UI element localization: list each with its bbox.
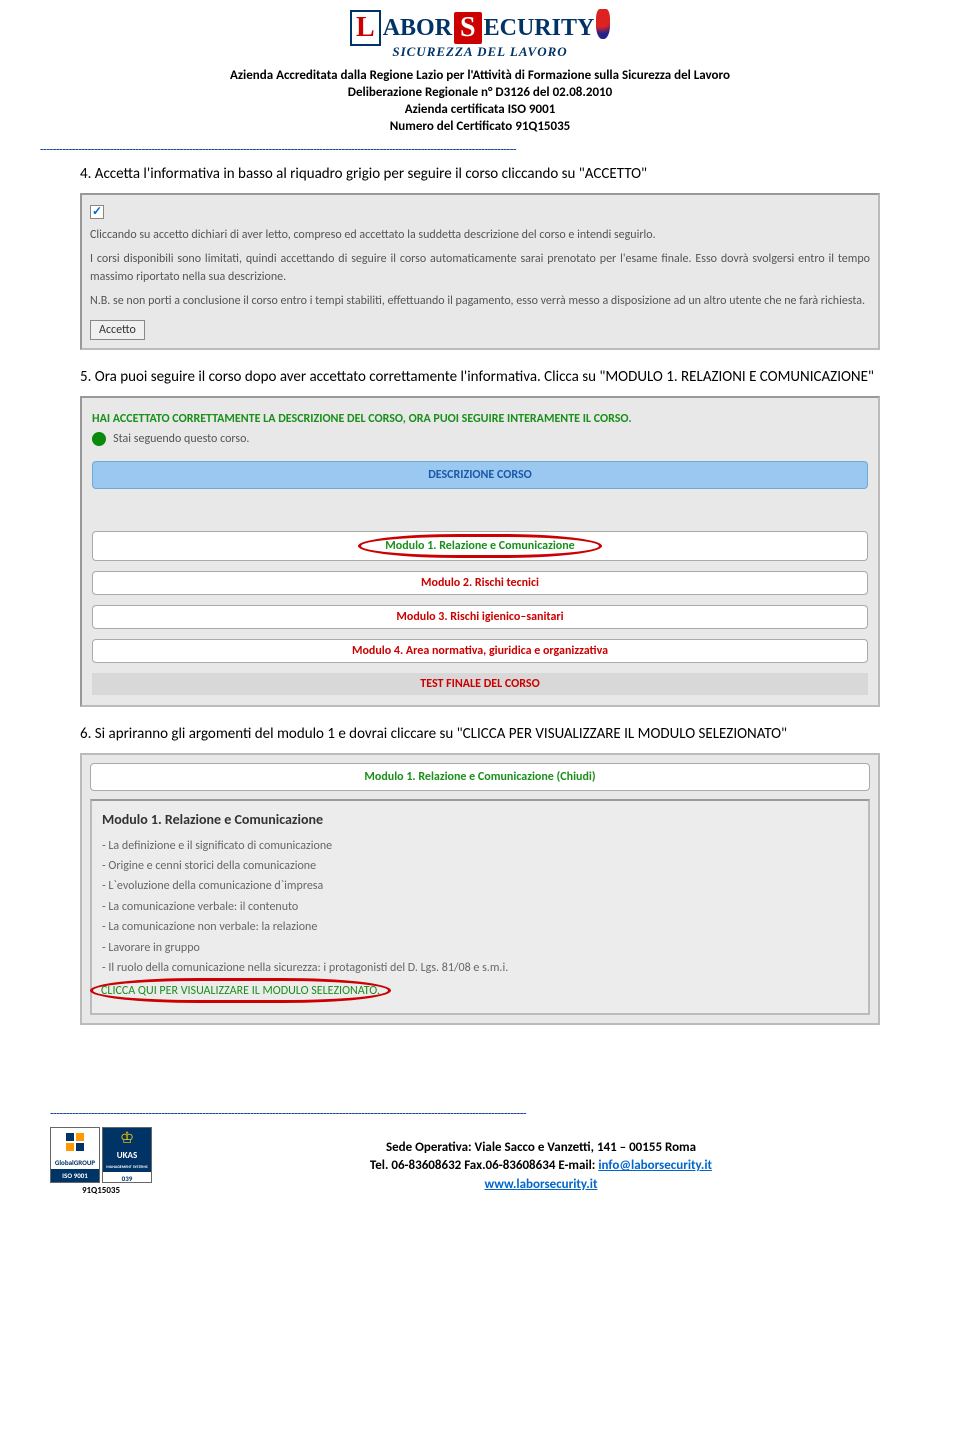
footer-email-link[interactable]: info@laborsecurity.it — [598, 1158, 712, 1173]
globe-icon — [51, 1128, 99, 1156]
logo-text2: ECURITY — [484, 15, 595, 42]
click-to-view-link[interactable]: CLICCA QUI PER VISUALIZZARE IL MODULO SE… — [101, 984, 380, 998]
step-4-text: 4. Accetta l'informativa in basso al riq… — [80, 165, 880, 183]
test-finale-bar[interactable]: TEST FINALE DEL CORSO — [92, 673, 868, 695]
logo-subtitle: SICUREZZA DEL LAVORO — [350, 44, 610, 60]
highlight-underline: CLICCA QUI PER VISUALIZZARE IL MODULO SE… — [90, 978, 391, 1003]
footer-web-link[interactable]: www.laborsecurity.it — [485, 1177, 598, 1192]
header-line4: Numero del Certificato 91Q15035 — [80, 119, 880, 136]
logo: LABORSECURITY SICUREZZA DEL LAVORO — [350, 10, 610, 60]
logo-s: S — [454, 12, 482, 44]
ukas-logo: ♔ UKASMANAGEMENT SYSTEMS 039 — [102, 1127, 152, 1183]
module-detail-header[interactable]: Modulo 1. Relazione e Comunicazione (Chi… — [90, 763, 870, 791]
globalgroup-logo: GlobalGROUP ISO 9001 — [50, 1127, 100, 1183]
page-footer: GlobalGROUP ISO 9001 ♔ UKASMANAGEMENT SY… — [0, 1123, 960, 1216]
module-item-1: - Origine e cenni storici della comunica… — [102, 856, 858, 876]
accetto-button[interactable]: Accetto — [90, 320, 145, 340]
divider-bottom: ----------------------------------------… — [0, 1105, 960, 1123]
certificate-number: 91Q15035 — [82, 1185, 120, 1196]
ukas-label: UKASMANAGEMENT SYSTEMS — [103, 1148, 151, 1172]
mascot-icon — [596, 9, 610, 39]
global-label: GlobalGROUP — [51, 1156, 99, 1169]
module-item-5: - Lavorare in gruppo — [102, 938, 858, 958]
accept-screenshot: Cliccando su accetto dichiari di aver le… — [80, 193, 880, 350]
module-item-3: - La comunicazione verbale: il contenuto — [102, 897, 858, 917]
accept-p1: Cliccando su accetto dichiari di aver le… — [90, 226, 870, 244]
module-item-4: - La comunicazione non verbale: la relaz… — [102, 917, 858, 937]
modulo-3-bar[interactable]: Modulo 3. Rischi igienico–sanitari — [92, 605, 868, 629]
module-item-0: - La definizione e il significato di com… — [102, 836, 858, 856]
module-detail-box: Modulo 1. Relazione e Comunicazione - La… — [90, 799, 870, 1016]
status-dot-icon — [92, 432, 106, 446]
step-6-text: 6. Si apriranno gli argomenti del modulo… — [80, 725, 880, 743]
logo-l: L — [350, 10, 381, 46]
accept-p2: I corsi disponibili sono limitati, quind… — [90, 250, 870, 286]
module-detail-screenshot: Modulo 1. Relazione e Comunicazione (Chi… — [80, 753, 880, 1026]
descrizione-corso-bar[interactable]: DESCRIZIONE CORSO — [92, 461, 868, 489]
certification-logos: GlobalGROUP ISO 9001 ♔ UKASMANAGEMENT SY… — [50, 1127, 152, 1196]
modulo-2-bar[interactable]: Modulo 2. Rischi tecnici — [92, 571, 868, 595]
logo-text: ABOR — [383, 15, 452, 42]
highlight-circle: Modulo 1. Relazione e Comunicazione — [358, 534, 601, 558]
crown-icon: ♔ — [103, 1128, 151, 1148]
accept-checkbox[interactable] — [90, 205, 104, 219]
footer-contact: Sede Operativa: Viale Sacco e Vanzetti, … — [172, 1127, 910, 1194]
header-line1: Azienda Accreditata dalla Regione Lazio … — [80, 68, 880, 85]
module-item-6: - Il ruolo della comunicazione nella sic… — [102, 958, 858, 978]
iso-label: ISO 9001 — [51, 1169, 99, 1182]
module-title: Modulo 1. Relazione e Comunicazione — [102, 811, 858, 828]
modulo-1-bar[interactable]: Modulo 1. Relazione e Comunicazione — [92, 531, 868, 561]
divider-top: ----------------------------------------… — [0, 141, 960, 159]
header-line2: Deliberazione Regionale n° D3126 del 02.… — [80, 85, 880, 102]
accept-p3: N.B. se non porti a conclusione il corso… — [90, 292, 870, 310]
following-text: Stai seguendo questo corso. — [113, 432, 249, 446]
modulo-1-label: Modulo 1. Relazione e Comunicazione — [385, 539, 574, 553]
module-item-2: - L`evoluzione della comunicazione d`imp… — [102, 876, 858, 896]
course-accepted-header: HAI ACCETTATO CORRETTAMENTE LA DESCRIZIO… — [92, 412, 868, 426]
ukas-num: 039 — [103, 1172, 151, 1183]
footer-address: Sede Operativa: Viale Sacco e Vanzetti, … — [172, 1139, 910, 1157]
modulo-4-bar[interactable]: Modulo 4. Area normativa, giuridica e or… — [92, 639, 868, 663]
footer-tel: Tel. 06-83608632 Fax.06-83608634 E-mail:… — [172, 1157, 910, 1175]
page-header: LABORSECURITY SICUREZZA DEL LAVORO Azien… — [0, 0, 960, 141]
course-screenshot: HAI ACCETTATO CORRETTAMENTE LA DESCRIZIO… — [80, 396, 880, 707]
header-line3: Azienda certificata ISO 9001 — [80, 102, 880, 119]
step-5-text: 5. Ora puoi seguire il corso dopo aver a… — [80, 368, 880, 386]
